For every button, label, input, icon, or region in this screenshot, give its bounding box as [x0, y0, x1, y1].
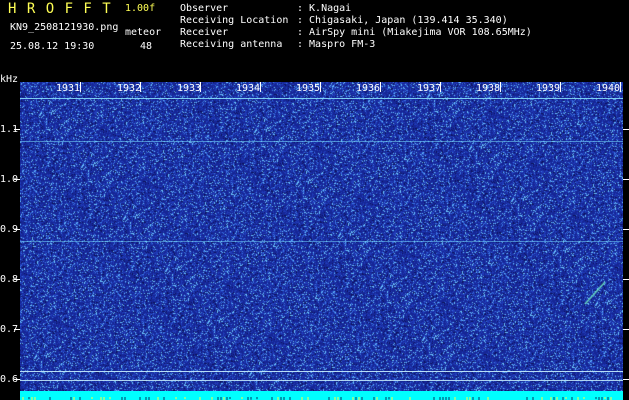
carrier-line-880: [20, 241, 623, 242]
time-label-1937: 1937: [417, 83, 442, 94]
time-tick-mark: [140, 82, 141, 92]
receiver-label: Receiver: [180, 27, 229, 38]
carrier-line-600: [20, 380, 623, 381]
file-name: KN9_2508121930.png: [10, 22, 119, 33]
carrier-line-1080: [20, 141, 623, 142]
time-tick-mark: [380, 82, 381, 92]
observation-datetime: 25.08.12 19:30: [10, 41, 95, 52]
antenna-label: Receiving antenna: [180, 39, 283, 50]
time-label-1938: 1938: [476, 83, 501, 94]
time-tick-mark: [500, 82, 501, 92]
hrofft-window: H R O F F T 1.00f KN9_2508121930.png met…: [0, 0, 629, 400]
y-tick-mark-right: [623, 229, 629, 230]
y-tick-mark: [14, 179, 20, 180]
time-tick-mark: [80, 82, 81, 92]
time-label-1933: 1933: [177, 83, 202, 94]
y-tick-mark-right: [623, 179, 629, 180]
y-tick-mark: [14, 129, 20, 130]
receiver-value: : AirSpy mini (Miakejima VOR 108.65MHz): [297, 27, 532, 38]
time-label-1935: 1935: [296, 83, 321, 94]
app-version: 1.00f: [125, 3, 156, 14]
time-label-1940: 1940: [596, 83, 621, 94]
time-label-1934: 1934: [236, 83, 261, 94]
y-tick-mark: [14, 279, 20, 280]
time-label-1939: 1939: [536, 83, 561, 94]
y-tick-mark-right: [623, 379, 629, 380]
y-tick-mark-right: [623, 329, 629, 330]
app-logo: H R O F F T: [8, 1, 112, 17]
time-label-1936: 1936: [356, 83, 381, 94]
observer-value: : K.Nagai: [297, 3, 352, 14]
time-tick-mark: [320, 82, 321, 92]
observer-label: Observer: [180, 3, 229, 14]
time-label-1931: 1931: [56, 83, 81, 94]
carrier-line-620: [20, 371, 623, 372]
y-tick-mark-right: [623, 129, 629, 130]
antenna-value: : Maspro FM-3: [297, 39, 376, 50]
location-value: : Chigasaki, Japan (139.414 35.340): [297, 15, 508, 26]
y-tick-mark: [14, 379, 20, 380]
y-tick-mark: [14, 329, 20, 330]
carrier-line-top: [20, 98, 623, 99]
time-tick-mark: [620, 82, 621, 92]
meteor-count: 48: [140, 41, 153, 52]
time-tick-mark: [440, 82, 441, 92]
location-label: Receiving Location: [180, 15, 289, 26]
spectrogram-noise: [20, 82, 623, 391]
time-label-1932: 1932: [117, 83, 142, 94]
y-axis-unit: kHz: [0, 74, 19, 85]
time-tick-mark: [260, 82, 261, 92]
time-tick-mark: [560, 82, 561, 92]
y-tick-mark-right: [623, 279, 629, 280]
signal-baseline-bar: [20, 391, 623, 400]
y-tick-mark: [14, 229, 20, 230]
spectrogram-plot: [20, 82, 623, 391]
meteor-label: meteor: [125, 27, 162, 38]
time-tick-mark: [200, 82, 201, 92]
